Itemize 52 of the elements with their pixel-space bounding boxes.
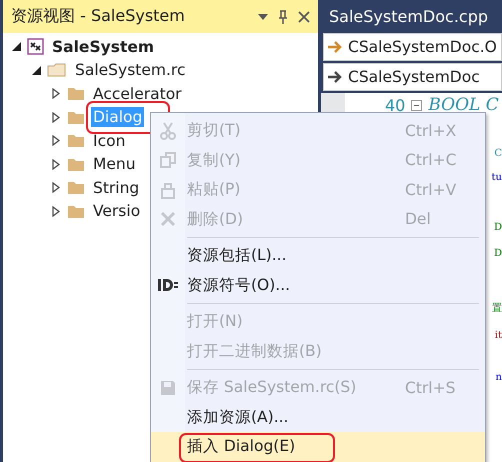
collapse-arrow-icon[interactable]	[32, 66, 40, 75]
arrow-icon	[328, 41, 342, 53]
delete-icon	[160, 211, 176, 228]
expand-arrow-icon[interactable]	[52, 135, 60, 146]
code-text: BOOL C	[428, 95, 499, 115]
command-item[interactable]: 添加资源(A)...	[151, 402, 485, 432]
tree-item[interactable]: Accelerator	[91, 84, 184, 104]
dropdown-arrow-icon[interactable]	[258, 14, 268, 20]
tree-item[interactable]: SaleSystem.rc	[73, 60, 188, 80]
command-item[interactable]: 资源符号(O)...	[151, 270, 485, 300]
expand-arrow-icon[interactable]	[52, 158, 60, 170]
expand-arrow-icon[interactable]	[52, 182, 60, 194]
tree-item[interactable]: String	[91, 178, 142, 198]
folder-icon	[47, 62, 67, 78]
folder-icon	[67, 204, 85, 219]
member-dropdown[interactable]: CSaleSystemDoc	[323, 63, 502, 91]
command-item[interactable]: 插入 Dialog(E)	[151, 432, 485, 462]
code-fragment: C	[494, 147, 502, 159]
expand-arrow-icon[interactable]	[52, 88, 60, 100]
code-fragment: tu	[492, 171, 502, 183]
collapse-box-icon[interactable]	[411, 100, 422, 110]
tree-item[interactable]: Menu	[91, 154, 138, 174]
arrow-icon	[328, 71, 342, 83]
folder-icon	[67, 156, 85, 172]
line-number: 40	[385, 96, 406, 114]
folder-icon	[67, 133, 85, 148]
expand-arrow-icon[interactable]	[52, 112, 60, 123]
id-icon	[158, 278, 178, 292]
tree-item[interactable]: SaleSystem	[50, 36, 156, 57]
command-item[interactable]: 资源包括(L)...	[151, 241, 485, 270]
editor-tab[interactable]: SaleSystemDoc.cpp	[329, 7, 488, 26]
save-icon	[160, 380, 176, 396]
folder-icon	[67, 180, 85, 196]
code-fragment: D	[494, 221, 502, 233]
close-icon[interactable]	[298, 10, 310, 22]
scissors-icon	[159, 122, 177, 140]
code-fragment: 置	[492, 302, 502, 315]
tree-item[interactable]: Icon	[91, 130, 128, 151]
class-dropdown[interactable]: CSaleSystemDoc.O	[323, 33, 502, 61]
code-fragment: D	[494, 247, 502, 259]
pin-icon[interactable]	[278, 10, 288, 24]
copy-icon	[159, 151, 177, 170]
tree-item[interactable]: Versio	[91, 201, 142, 222]
code-fragment: n	[496, 371, 502, 383]
code-fragment: it	[494, 329, 502, 341]
project-icon	[27, 38, 44, 56]
panel-title: 资源视图 - SaleSystem	[11, 6, 186, 27]
folder-icon	[67, 110, 85, 125]
paste-icon	[159, 180, 177, 199]
collapse-arrow-icon[interactable]	[12, 42, 20, 52]
expand-arrow-icon[interactable]	[52, 206, 60, 217]
folder-icon	[67, 86, 85, 102]
